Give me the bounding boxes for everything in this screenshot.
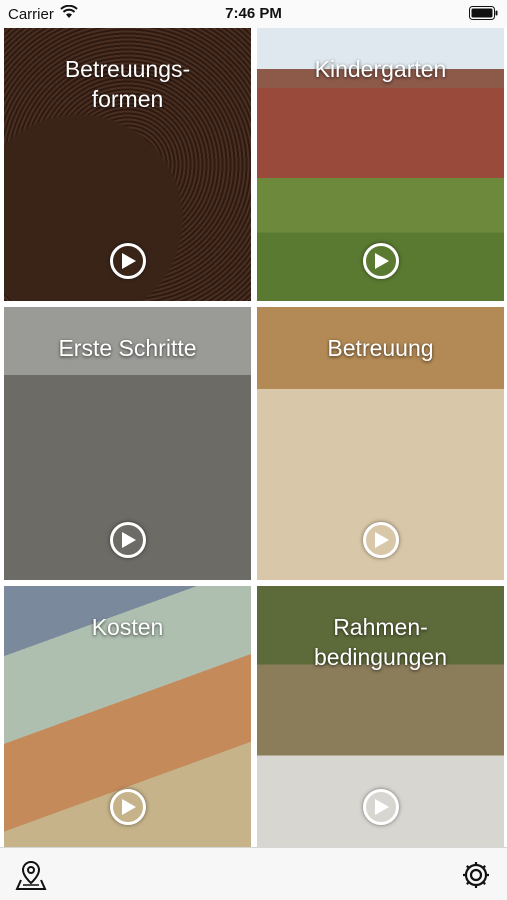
tile-kosten[interactable]: Kosten [4, 586, 251, 847]
tile-title: Rahmen- bedingungen [313, 614, 448, 670]
tile-title: Betreuungs- formen [64, 56, 191, 112]
topic-grid: Betreuungs- formen Kindergarten Erste Sc… [4, 28, 504, 847]
tile-betreuungsformen[interactable]: Betreuungs- formen [4, 28, 251, 301]
battery-icon [469, 6, 499, 24]
play-icon[interactable] [362, 789, 399, 825]
tile-rahmenbedingungen[interactable]: Rahmen- bedingungen [257, 586, 504, 847]
bottom-toolbar [0, 847, 507, 900]
play-icon[interactable] [109, 243, 146, 279]
play-icon[interactable] [109, 789, 146, 825]
tile-title: Kosten [91, 614, 164, 640]
tile-betreuung[interactable]: Betreuung [257, 307, 504, 580]
tile-erste-schritte[interactable]: Erste Schritte [4, 307, 251, 580]
map-pin-icon[interactable] [14, 858, 48, 892]
tile-kindergarten[interactable]: Kindergarten [257, 28, 504, 301]
status-time: 7:46 PM [225, 5, 282, 22]
status-bar: Carrier 7:46 PM [0, 0, 507, 28]
play-icon[interactable] [109, 522, 146, 558]
play-icon[interactable] [362, 522, 399, 558]
gear-icon[interactable] [459, 858, 493, 892]
tile-title: Erste Schritte [58, 335, 197, 361]
tile-title: Kindergarten [314, 56, 447, 82]
play-icon[interactable] [362, 243, 399, 279]
tile-title: Betreuung [327, 335, 434, 361]
